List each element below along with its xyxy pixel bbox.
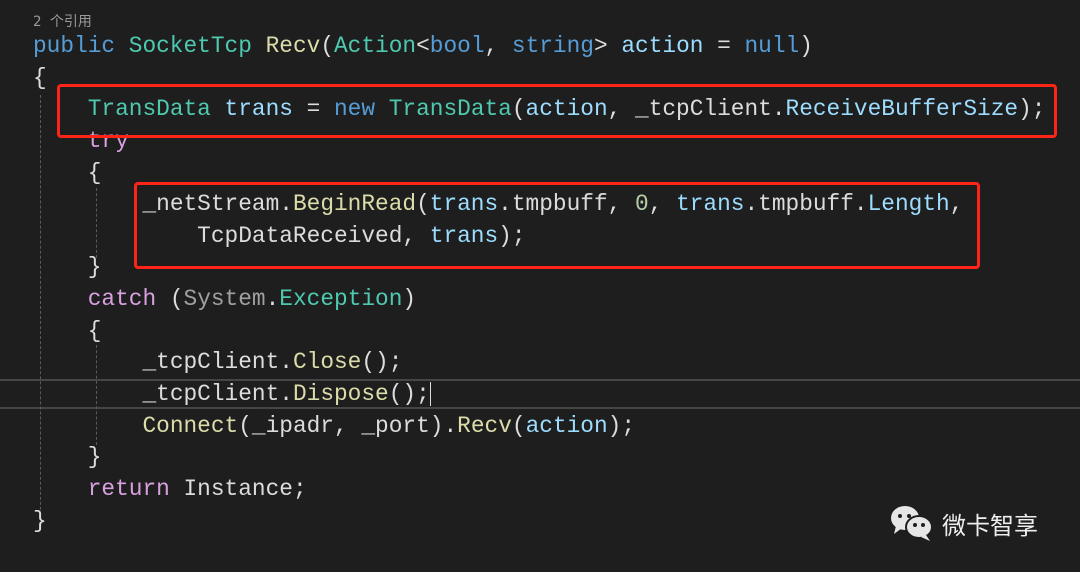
code-token: ) [799, 33, 813, 59]
watermark-text: 微卡智享 [942, 511, 1038, 540]
code-token: bool [429, 33, 485, 59]
code-line[interactable]: _tcpClient.Dispose(); [33, 379, 1045, 411]
code-token: > [593, 33, 622, 59]
code-token: } [87, 444, 102, 471]
code-token: catch [87, 286, 170, 313]
code-token: ). [429, 412, 458, 439]
text-caret [429, 382, 431, 407]
code-token: System [183, 286, 266, 313]
code-token: ; [292, 475, 307, 502]
code-token: Action [334, 33, 417, 59]
code-line[interactable]: public SocketTcp Recv(Action<bool, strin… [33, 31, 1045, 63]
code-token: _port [361, 412, 430, 439]
code-token: _tcpClient [142, 381, 280, 408]
code-token: _ipadr [251, 412, 334, 439]
code-token: Exception [279, 286, 403, 313]
code-token: = [703, 33, 745, 59]
code-line[interactable]: } [33, 442, 1045, 474]
code-token: { [33, 64, 47, 91]
code-token: Recv [265, 33, 321, 59]
code-token: , [484, 33, 512, 59]
code-token: } [33, 507, 47, 534]
code-token: (); [361, 349, 403, 376]
code-token: ( [169, 286, 184, 313]
highlight-box-beginread [134, 182, 980, 269]
code-token: ( [511, 412, 526, 439]
code-token: < [416, 33, 430, 59]
code-token: public [33, 33, 129, 59]
highlight-box-transdata [57, 84, 1057, 138]
code-token: _tcpClient [142, 349, 280, 376]
code-line[interactable]: { [33, 316, 1045, 348]
code-token: Close [292, 349, 362, 376]
code-token: action [525, 412, 608, 439]
code-token: Instance [183, 475, 293, 502]
code-token: { [87, 317, 102, 344]
code-line[interactable]: return Instance; [33, 474, 1045, 506]
code-line[interactable]: _tcpClient.Close(); [33, 347, 1045, 379]
code-token: . [265, 286, 280, 313]
code-token: { [87, 159, 102, 186]
code-token: null [744, 33, 800, 59]
code-token: (); [388, 381, 430, 408]
code-token: string [511, 33, 594, 59]
code-token: action [621, 33, 704, 59]
code-line[interactable]: catch (System.Exception) [33, 284, 1045, 316]
code-token: , [334, 412, 362, 439]
code-token: Connect [142, 412, 239, 439]
code-token: ( [238, 412, 252, 439]
code-lens-references[interactable]: 2 个引用 [33, 11, 92, 31]
code-token: ) [402, 286, 417, 313]
code-token: SocketTcp [128, 33, 266, 59]
code-token: } [87, 254, 102, 281]
code-token: . [279, 381, 293, 408]
code-token: . [279, 349, 293, 376]
code-token: ( [320, 33, 334, 59]
code-token: Dispose [292, 381, 389, 408]
wechat-icon [891, 506, 933, 541]
code-token: return [87, 475, 184, 502]
code-token: ); [607, 412, 636, 439]
code-line[interactable]: Connect(_ipadr, _port).Recv(action); [33, 411, 1045, 443]
code-token: Recv [457, 412, 512, 439]
watermark: 微卡智享 [890, 504, 1038, 542]
